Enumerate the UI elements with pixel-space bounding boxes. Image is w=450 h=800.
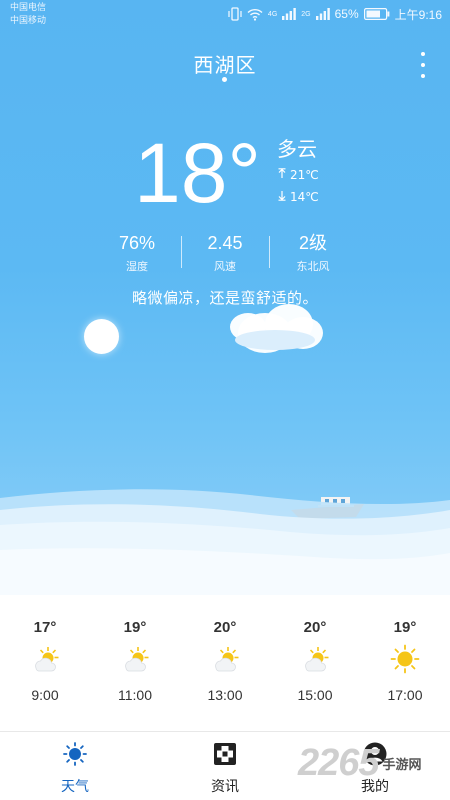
site-watermark: 2265 手游网 [298, 742, 422, 785]
partly-cloudy-sun-icon [35, 647, 59, 672]
news-icon [214, 743, 236, 765]
partly-cloudy-sun-icon [305, 647, 329, 672]
watermark-number: 2265 [298, 742, 380, 784]
hourly-time: 17:00 [387, 687, 423, 703]
hourly-time: 13:00 [207, 687, 243, 703]
hourly-time: 11:00 [118, 687, 152, 703]
hourly-temperature: 19° [393, 619, 417, 636]
cloud-illustration [230, 304, 323, 353]
hourly-temperature: 19° [123, 619, 147, 636]
partly-cloudy-sun-icon [125, 647, 149, 672]
nav-tab-weather-label: 天气 [61, 779, 89, 795]
hourly-temperature: 20° [303, 619, 327, 636]
hourly-temperature: 17° [33, 619, 57, 636]
hourly-time: 15:00 [297, 687, 333, 703]
nav-tab-weather[interactable]: 天气 [25, 732, 125, 800]
hourly-time: 9:00 [31, 687, 59, 703]
weather-hero: 中国电信 中国移动 4G 2G 65% 上午9:16 西湖区 18° 多云 21… [0, 0, 450, 595]
sun-icon [63, 742, 87, 766]
hourly-forecast: 17° 9:00 19° 11:00 20° 13:00 20° 15:00 1… [0, 595, 450, 730]
nav-tab-news-label: 资讯 [211, 779, 239, 795]
partly-cloudy-sun-icon [215, 647, 239, 672]
nav-tab-news[interactable]: 资讯 [175, 732, 275, 800]
watermark-text: 手游网 [382, 758, 422, 773]
sun-icon [390, 644, 420, 674]
weather-scene-illustration [0, 304, 450, 595]
hourly-temperature: 20° [213, 619, 237, 636]
